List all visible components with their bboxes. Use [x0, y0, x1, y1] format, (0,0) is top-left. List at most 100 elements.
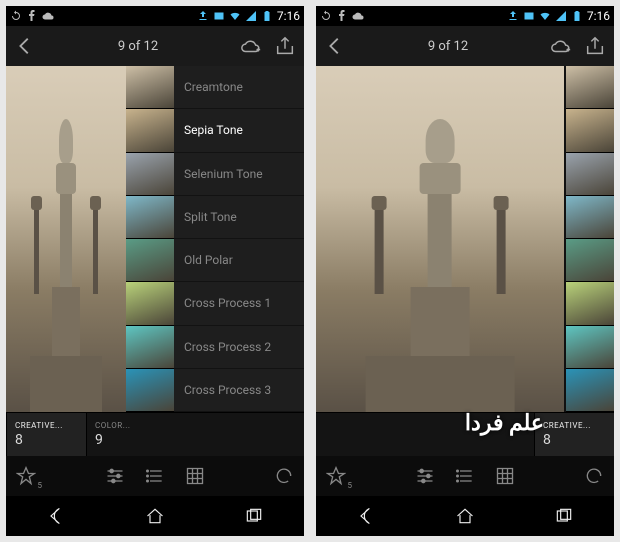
preset-item[interactable]: Cross Process 3 [174, 369, 304, 412]
preset-item[interactable]: Cross Process 2 [174, 326, 304, 369]
preset-thumbnail[interactable] [566, 369, 614, 412]
nav-home-icon[interactable] [453, 506, 477, 526]
wifi-icon [229, 10, 241, 22]
preset-thumbnail[interactable] [566, 66, 614, 109]
nav-recent-icon[interactable] [242, 506, 266, 526]
gallery-icon [213, 10, 225, 22]
signal-icon [555, 10, 567, 22]
cloud-icon [42, 10, 54, 22]
preset-item[interactable]: Selenium Tone [174, 153, 304, 196]
clock: 7:16 [277, 9, 300, 23]
android-status-bar: 7:16 [6, 6, 304, 26]
crop-icon[interactable] [495, 466, 515, 486]
nav-home-icon[interactable] [143, 506, 167, 526]
preset-thumbnail[interactable] [566, 282, 614, 325]
battery-icon [261, 10, 273, 22]
cloud-add-icon[interactable] [240, 35, 262, 57]
preset-item[interactable]: Split Tone [174, 196, 304, 239]
android-nav-bar [316, 496, 614, 536]
back-icon[interactable] [324, 35, 346, 57]
editor-content [316, 66, 614, 412]
param-value: 8 [543, 432, 606, 448]
preset-item[interactable]: Sepia Tone [174, 109, 304, 152]
battery-icon [571, 10, 583, 22]
preset-label: Cross Process 2 [184, 340, 271, 354]
clock: 7:16 [587, 9, 610, 23]
param-value: 9 [95, 432, 158, 448]
star-count: 5 [348, 481, 353, 490]
nav-back-icon[interactable] [354, 506, 378, 526]
param-cell[interactable]: COLOR... 9 [86, 413, 166, 456]
star-rating-icon[interactable]: 5 [326, 466, 346, 486]
app-bottom-toolbar: 5 [6, 456, 304, 496]
phone-left: 7:16 9 of 12 Creamtone Sepia Tone Selenium… [6, 6, 304, 536]
preset-label: Sepia Tone [184, 123, 243, 137]
nav-back-icon[interactable] [44, 506, 68, 526]
parameter-strip: CREATIVE...8 COLOR... 9 [6, 412, 304, 456]
param-name: COLOR... [95, 421, 158, 430]
sync-icon [10, 10, 22, 22]
sync-icon [320, 10, 332, 22]
preset-thumbnail[interactable] [566, 239, 614, 282]
preset-thumbnails [566, 66, 614, 412]
preset-label: Split Tone [184, 210, 237, 224]
app-bottom-toolbar: 5 [316, 456, 614, 496]
undo-icon[interactable] [584, 466, 604, 486]
sliders-icon[interactable] [105, 466, 125, 486]
nav-recent-icon[interactable] [552, 506, 576, 526]
preset-thumbnail[interactable] [126, 326, 174, 369]
preset-thumbnail[interactable] [126, 66, 174, 109]
undo-icon[interactable] [274, 466, 294, 486]
app-top-bar: 9 of 12 [316, 26, 614, 66]
preset-thumbnail[interactable] [126, 109, 174, 152]
star-count: 5 [38, 481, 43, 490]
preset-thumbnail[interactable] [566, 153, 614, 196]
star-rating-icon[interactable]: 5 [16, 466, 36, 486]
share-icon[interactable] [274, 35, 296, 57]
presets-list-icon[interactable] [455, 466, 475, 486]
share-icon[interactable] [584, 35, 606, 57]
wifi-icon [539, 10, 551, 22]
preset-label: Old Polar [184, 253, 233, 267]
upload-icon [507, 10, 519, 22]
param-cell[interactable]: CREATIVE... 8 [534, 413, 614, 456]
back-icon[interactable] [14, 35, 36, 57]
preset-thumbnails [126, 66, 174, 412]
preset-thumbnail[interactable] [566, 109, 614, 152]
photo-preview[interactable] [316, 66, 564, 412]
photo-counter: 9 of 12 [428, 39, 468, 54]
preset-thumbnail[interactable] [126, 153, 174, 196]
phone-right: 7:16 9 of 12 CREATIVE... 8 [316, 6, 614, 536]
parameter-strip: CREATIVE... 8 [316, 412, 614, 456]
sliders-icon[interactable] [415, 466, 435, 486]
preset-thumbnail[interactable] [126, 196, 174, 239]
signal-icon [245, 10, 257, 22]
preset-list: Creamtone Sepia Tone Selenium Tone Split To… [174, 66, 304, 412]
cloud-icon [352, 10, 364, 22]
crop-icon[interactable] [185, 466, 205, 486]
preset-label: Cross Process 3 [184, 383, 271, 397]
preset-thumbnail[interactable] [126, 369, 174, 412]
preset-item[interactable]: Old Polar [174, 239, 304, 282]
photo-preview[interactable] [6, 66, 126, 412]
app-top-bar: 9 of 12 [6, 26, 304, 66]
preset-label: Creamtone [184, 80, 243, 94]
param-name: CREATIVE... [543, 421, 606, 430]
preset-thumbnail[interactable] [566, 326, 614, 369]
param-name: CREATIVE... [15, 421, 78, 430]
facebook-icon [26, 10, 38, 22]
editor-content: Creamtone Sepia Tone Selenium Tone Split To… [6, 66, 304, 412]
preset-label: Cross Process 1 [184, 296, 271, 310]
cloud-add-icon[interactable] [550, 35, 572, 57]
preset-thumbnail[interactable] [126, 239, 174, 282]
preset-item[interactable]: Creamtone [174, 66, 304, 109]
photo-counter: 9 of 12 [118, 39, 158, 54]
preset-thumbnail[interactable] [126, 282, 174, 325]
presets-list-icon[interactable] [145, 466, 165, 486]
facebook-icon [336, 10, 348, 22]
upload-icon [197, 10, 209, 22]
preset-label: Selenium Tone [184, 167, 263, 181]
param-cell[interactable]: CREATIVE...8 [6, 413, 86, 456]
preset-item[interactable]: Cross Process 1 [174, 282, 304, 325]
preset-thumbnail[interactable] [566, 196, 614, 239]
